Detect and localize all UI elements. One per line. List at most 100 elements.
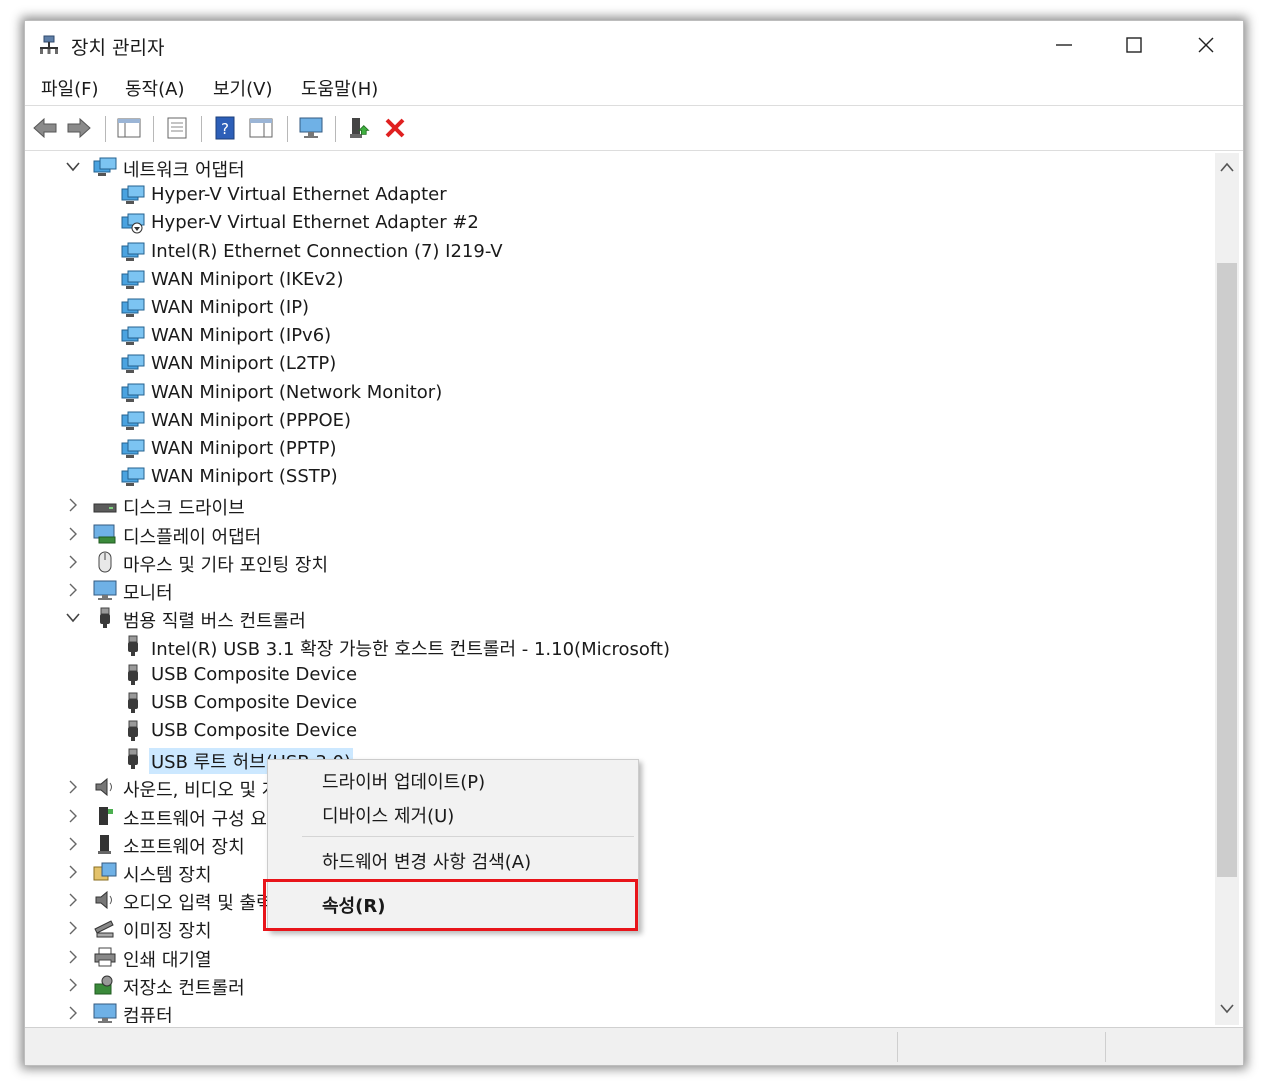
- minimize-icon: [1056, 44, 1072, 46]
- menu-action[interactable]: 동작(A): [125, 75, 184, 101]
- tree-device-row[interactable]: WAN Miniport (IPv6): [25, 322, 1211, 350]
- tree-device-row[interactable]: USB Composite Device: [25, 661, 1211, 689]
- tree-category-row[interactable]: 저장소 컨트롤러: [25, 971, 1211, 999]
- tree-item-label: USB Composite Device: [151, 691, 358, 713]
- chevron-right-icon[interactable]: [65, 1003, 81, 1023]
- ctx-uninstall-device[interactable]: 디바이스 제거(U): [322, 802, 454, 828]
- help-button[interactable]: ?: [211, 114, 239, 142]
- tree-item-label: 네트워크 어댑터: [123, 160, 245, 181]
- network-adapter-icon: [121, 353, 145, 375]
- tree-device-row[interactable]: WAN Miniport (Network Monitor): [25, 379, 1211, 407]
- forward-button[interactable]: [65, 114, 93, 142]
- tree-device-row[interactable]: WAN Miniport (PPPOE): [25, 407, 1211, 435]
- tree-item-label: Intel(R) USB 3.1 확장 가능한 호스트 컨트롤러 - 1.10(…: [151, 639, 671, 661]
- action-pane-button[interactable]: [247, 114, 275, 142]
- tree-category-row[interactable]: 모니터: [25, 576, 1211, 604]
- back-button[interactable]: [31, 114, 59, 142]
- tree-device-row[interactable]: WAN Miniport (IP): [25, 294, 1211, 322]
- uninstall-device-button[interactable]: [381, 114, 409, 142]
- tree-device-row[interactable]: WAN Miniport (L2TP): [25, 350, 1211, 378]
- vertical-scrollbar[interactable]: [1215, 153, 1239, 1025]
- chevron-right-icon[interactable]: [65, 495, 81, 515]
- tree-item-label: WAN Miniport (PPPOE): [151, 409, 352, 431]
- chevron-right-icon[interactable]: [65, 777, 81, 797]
- tree-item-label: WAN Miniport (Network Monitor): [151, 381, 443, 403]
- status-divider: [897, 1032, 898, 1062]
- tree-category-row[interactable]: 네트워크 어댑터: [25, 153, 1211, 181]
- chevron-right-icon[interactable]: [65, 918, 81, 938]
- title-bar[interactable]: 장치 관리자: [25, 21, 1243, 69]
- properties-button[interactable]: [163, 114, 191, 142]
- maximize-button[interactable]: [1099, 25, 1169, 65]
- menu-view[interactable]: 보기(V): [213, 75, 272, 101]
- tree-item-label: 마우스 및 기타 포인팅 장치: [123, 554, 329, 576]
- software-component-icon: [93, 805, 117, 827]
- tree-device-row[interactable]: Hyper-V Virtual Ethernet Adapter: [25, 181, 1211, 209]
- scroll-down-button[interactable]: [1219, 1001, 1235, 1017]
- properties-icon: [167, 117, 187, 139]
- properties-highlight-box: [263, 879, 638, 931]
- ctx-update-driver[interactable]: 드라이버 업데이트(P): [322, 768, 485, 794]
- display-adapter-icon: [93, 523, 117, 545]
- minimize-button[interactable]: [1029, 25, 1099, 65]
- monitor-icon: [93, 579, 117, 601]
- chevron-right-icon[interactable]: [65, 890, 81, 910]
- chevron-right-icon[interactable]: [65, 806, 81, 826]
- network-adapter-icon: [121, 410, 145, 432]
- speaker-icon: [93, 776, 117, 798]
- chevron-right-icon[interactable]: [65, 552, 81, 572]
- tree-device-row[interactable]: WAN Miniport (SSTP): [25, 463, 1211, 491]
- tree-category-row[interactable]: 디스크 드라이브: [25, 491, 1211, 519]
- menu-file[interactable]: 파일(F): [41, 75, 99, 101]
- ctx-scan-hardware[interactable]: 하드웨어 변경 사항 검색(A): [322, 848, 531, 874]
- tree-device-row[interactable]: Intel(R) Ethernet Connection (7) I219-V: [25, 238, 1211, 266]
- chevron-down-icon[interactable]: [65, 608, 81, 628]
- tree-category-row[interactable]: 마우스 및 기타 포인팅 장치: [25, 548, 1211, 576]
- toolbar-separator: [153, 116, 154, 142]
- forward-arrow-icon: [67, 117, 91, 139]
- tree-device-row[interactable]: WAN Miniport (PPTP): [25, 435, 1211, 463]
- chevron-right-icon[interactable]: [65, 975, 81, 995]
- toolbar-separator: [105, 116, 106, 142]
- network-adapter-icon: [121, 325, 145, 347]
- menu-separator: [302, 836, 634, 837]
- tree-device-row[interactable]: USB Composite Device: [25, 717, 1211, 745]
- scan-monitor-icon: [299, 117, 323, 138]
- chevron-right-icon[interactable]: [65, 580, 81, 600]
- tree-device-row[interactable]: Hyper-V Virtual Ethernet Adapter #2: [25, 209, 1211, 237]
- tree-category-row[interactable]: 컴퓨터: [25, 999, 1211, 1023]
- chevron-right-icon[interactable]: [65, 947, 81, 967]
- scan-hardware-button[interactable]: [297, 114, 325, 142]
- help-icon: ?: [215, 116, 235, 140]
- chevron-right-icon[interactable]: [65, 862, 81, 882]
- chevron-right-icon[interactable]: [65, 834, 81, 854]
- scroll-up-button[interactable]: [1219, 159, 1235, 175]
- usb-icon: [121, 720, 145, 742]
- chevron-down-icon: [1220, 1004, 1234, 1014]
- close-button[interactable]: [1171, 25, 1241, 65]
- tree-item-label: WAN Miniport (PPTP): [151, 438, 337, 459]
- tree-category-row[interactable]: 범용 직렬 버스 컨트롤러: [25, 604, 1211, 632]
- imaging-icon: [93, 917, 117, 939]
- tree-device-row[interactable]: USB Composite Device: [25, 689, 1211, 717]
- tree-category-row[interactable]: 디스플레이 어댑터: [25, 520, 1211, 548]
- tree-item-label: 이미징 장치: [123, 921, 212, 943]
- scroll-thumb[interactable]: [1217, 263, 1237, 877]
- network-adapter-down-icon: [121, 212, 145, 234]
- chevron-right-icon[interactable]: [65, 524, 81, 544]
- chevron-down-icon[interactable]: [65, 157, 81, 177]
- tree-device-row[interactable]: WAN Miniport (IKEv2): [25, 266, 1211, 294]
- system-device-icon: [93, 861, 117, 883]
- tree-device-row[interactable]: Intel(R) USB 3.1 확장 가능한 호스트 컨트롤러 - 1.10(…: [25, 632, 1211, 660]
- tree-item-label: WAN Miniport (IPv6): [151, 325, 332, 347]
- enable-device-button[interactable]: [345, 114, 373, 142]
- tree-category-row[interactable]: 인쇄 대기열: [25, 943, 1211, 971]
- tree-item-label: 소프트웨어 구성 요소: [123, 808, 284, 830]
- tree-item-label: 디스플레이 어댑터: [123, 526, 262, 548]
- maximize-icon: [1126, 37, 1142, 53]
- menu-help[interactable]: 도움말(H): [301, 75, 378, 101]
- toolbar-separator: [335, 116, 336, 142]
- show-hide-tree-button[interactable]: [115, 114, 143, 142]
- usb-icon: [121, 635, 145, 657]
- software-device-icon: [93, 833, 117, 855]
